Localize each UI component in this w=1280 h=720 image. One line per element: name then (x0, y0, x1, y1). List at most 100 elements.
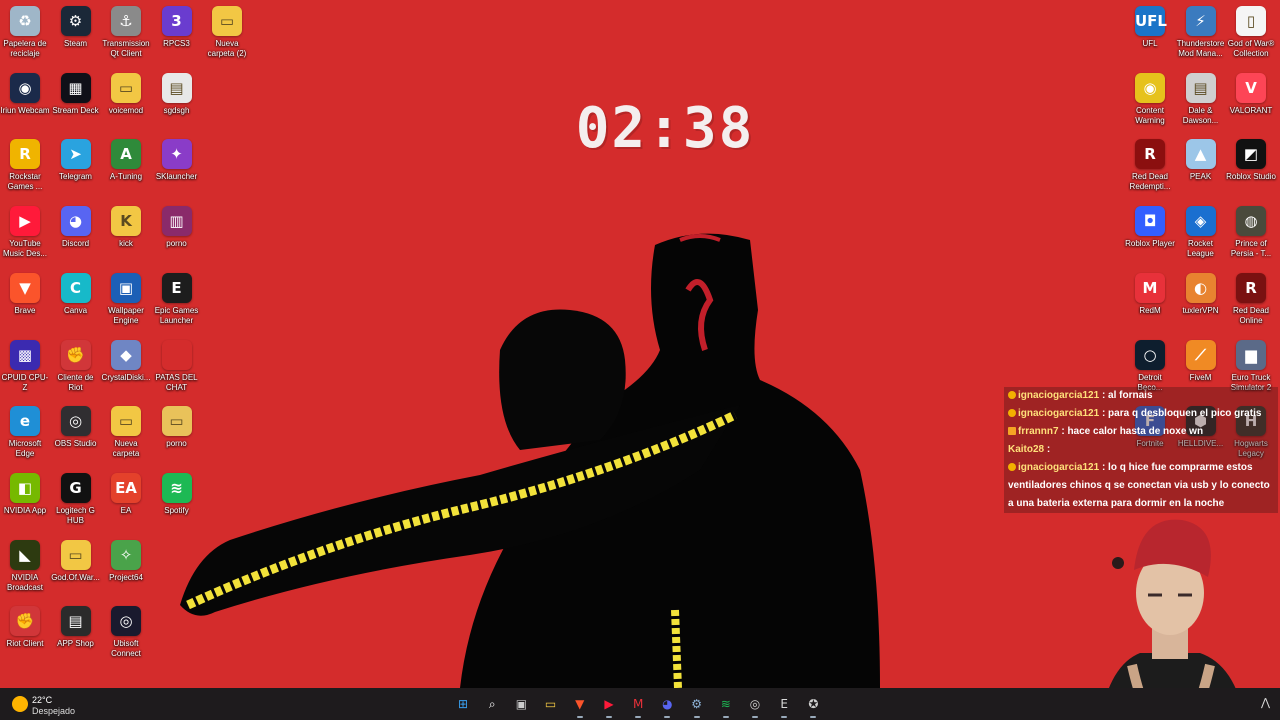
prince-persia-icon: ◍ (1236, 206, 1266, 237)
weather-condition: Despejado (32, 706, 76, 716)
desktop-shortcut-label: UFL (1142, 39, 1158, 48)
desktop-shortcut[interactable]: ▲ PEAK (1176, 139, 1226, 182)
tuxler-icon: ◐ (1185, 272, 1216, 303)
desktop-shortcut-label: Telegram (59, 172, 92, 182)
desktop-shortcut[interactable]: ▦ Stream Deck (51, 72, 101, 116)
desktop-shortcut[interactable]: EA EA (101, 472, 151, 516)
start-icon[interactable]: ⊞ (452, 693, 474, 715)
desktop-shortcut[interactable]: M RedM (1125, 272, 1175, 316)
tray-overflow-icon[interactable]: ⋀ (1261, 696, 1270, 709)
desktop-shortcut[interactable]: ➤ Telegram (51, 139, 101, 182)
desktop-shortcut[interactable]: ▭ Nueva carpeta (101, 406, 151, 459)
desktop-shortcut[interactable]: ◧ NVIDIA App (0, 472, 50, 516)
desktop-shortcut[interactable]: R Red Dead Redempti... (1125, 139, 1175, 192)
desktop-shortcut[interactable]: ▥ porno (152, 206, 202, 249)
desktop-shortcut[interactable]: ▭ voicemod (101, 72, 151, 116)
desktop-shortcut[interactable]: E Epic Games Launcher (152, 272, 202, 326)
task-view-icon[interactable]: ▣ (510, 693, 532, 715)
desktop-shortcut[interactable]: ▤ Dale & Dawson... (1176, 72, 1226, 126)
desktop-shortcut[interactable]: R Red Dead Online (1226, 272, 1276, 326)
desktop-shortcut[interactable]: ⚙ Steam (51, 6, 101, 49)
desktop-shortcut-label: Nueva carpeta (2) (207, 39, 247, 58)
youtube-music-icon[interactable]: ▶ (598, 693, 620, 718)
youtube-music-icon: ▶ (10, 206, 40, 237)
desktop-shortcut[interactable]: C Canva (51, 272, 101, 316)
epic-games-icon[interactable]: E (773, 693, 795, 718)
weather-widget[interactable]: 22°C Despejado (10, 692, 130, 716)
desktop-shortcut[interactable]: ◉ Iriun Webcam (0, 72, 50, 116)
discord-icon[interactable]: ◕ (656, 693, 678, 718)
desktop-shortcut[interactable]: ✊ Riot Client (0, 606, 50, 649)
desktop-shortcut[interactable]: ◈ Rocket League (1176, 206, 1226, 259)
wallpaper-engine-icon: ▣ (111, 272, 141, 303)
desktop-shortcut[interactable]: ▭ Nueva carpeta (2) (202, 6, 252, 59)
desktop-shortcut[interactable]: ◐ tuxlerVPN (1176, 272, 1226, 316)
desktop-shortcut-label: Thunderstore Mod Mana... (1176, 39, 1225, 58)
desktop-shortcut[interactable]: ▤ APP Shop (51, 606, 101, 649)
desktop-shortcut[interactable]: PATAS DEL CHAT (152, 340, 202, 393)
desktop-shortcut-label: PATAS DEL CHAT (155, 372, 198, 392)
desktop-shortcut[interactable]: UFL UFL (1125, 6, 1175, 49)
rockstar-icon: R (10, 139, 40, 170)
desktop-shortcut[interactable]: ◍ Prince of Persia - T... (1226, 206, 1276, 259)
desktop-shortcut[interactable]: ✦ SKlauncher (152, 139, 202, 182)
desktop-shortcut[interactable]: V VALORANT (1226, 72, 1276, 116)
desktop-shortcut[interactable]: ▭ God.Of.War... (51, 539, 101, 583)
desktop-shortcut[interactable]: ◘ Roblox Player (1125, 206, 1175, 249)
subscriber-badge-icon (1008, 463, 1016, 472)
desktop-shortcut[interactable]: ♻ Papelera de reciclaje (0, 6, 50, 59)
ea-icon: EA (111, 472, 141, 503)
chat-message: Kaito28 : (1004, 441, 1278, 459)
desktop-shortcut[interactable]: ≋ Spotify (152, 472, 202, 516)
desktop-shortcut-label: Papelera de reciclaje (3, 39, 47, 58)
desktop-shortcut[interactable]: ⚓ Transmission Qt Client (101, 6, 151, 59)
desktop-shortcut[interactable]: ⚡ Thunderstore Mod Mana... (1176, 6, 1226, 59)
steam-icon[interactable]: ⚙ (686, 693, 708, 718)
desktop-shortcut[interactable]: A A-Tuning (101, 139, 151, 182)
obs-icon[interactable]: ◎ (744, 693, 766, 718)
gpu-tool-icon[interactable]: ✪ (802, 693, 824, 718)
desktop-shortcut[interactable]: 3 RPCS3 (152, 6, 202, 49)
desktop-shortcut[interactable]: e Microsoft Edge (0, 406, 50, 459)
desktop-shortcut[interactable]: G Logitech G HUB (51, 472, 101, 526)
cpu-z-icon: ▩ (10, 339, 40, 370)
desktop-shortcut[interactable]: ◎ Ubisoft Connect (101, 606, 151, 659)
chat-username: ignaciogarcia121 (1018, 390, 1100, 401)
desktop-shortcut[interactable]: ▩ CPUID CPU-Z (0, 339, 50, 393)
desktop-shortcut[interactable]: Kkick (101, 206, 151, 249)
desktop-shortcut[interactable]: ✊ Cliente de Riot (51, 339, 101, 393)
desktop-shortcut[interactable]: ◣ NVIDIA Broadcast (0, 539, 50, 593)
desktop-shortcut-label: Microsoft Edge (8, 439, 42, 459)
desktop-shortcut[interactable]: ▭ porno (152, 406, 202, 449)
desktop-shortcut[interactable]: ◎ OBS Studio (51, 406, 101, 449)
desktop-shortcut-label: Prince of Persia - T... (1230, 239, 1272, 259)
desktop-shortcut-label: Wallpaper Engine (108, 305, 144, 325)
printer-icon: ▤ (1185, 72, 1216, 103)
desktop-shortcut[interactable]: ✧ Project64 (101, 539, 151, 583)
desktop-shortcut[interactable]: ▯ God of War® Collection (1226, 6, 1276, 59)
desktop-shortcut[interactable]: ⟋ FiveM (1176, 339, 1226, 383)
redm-icon[interactable]: M (627, 693, 649, 718)
search-icon[interactable]: ⌕ (481, 693, 503, 715)
desktop-shortcut-label: Canva (63, 305, 88, 315)
desktop-shortcut-label: NVIDIA App (3, 505, 47, 515)
spotify-icon[interactable]: ≋ (715, 693, 737, 718)
detroit-icon: ○ (1135, 339, 1165, 370)
brave-icon: ▼ (10, 272, 40, 303)
desktop-shortcut-label: Cliente de Riot (57, 372, 94, 392)
valorant-icon: V (1236, 72, 1266, 103)
brave-icon[interactable]: ▼ (569, 693, 591, 718)
desktop-shortcut[interactable]: ▼ Brave (0, 272, 50, 316)
file-explorer-icon[interactable]: ▭ (540, 693, 562, 715)
desktop-shortcut[interactable]: ▣ Wallpaper Engine (101, 272, 151, 326)
desktop-shortcut[interactable]: R Rockstar Games ... (0, 139, 50, 192)
desktop-shortcut[interactable]: ◆ CrystalDiski... (101, 339, 151, 383)
desktop-shortcut[interactable]: ○ Detroit Beco... (1125, 339, 1175, 393)
desktop-shortcut[interactable]: ◕ Discord (51, 206, 101, 249)
desktop-shortcut[interactable]: ▆ Euro Truck Simulator 2 (1226, 339, 1276, 393)
desktop-shortcut[interactable]: ◩ Roblox Studio (1226, 139, 1276, 182)
desktop-shortcut[interactable]: ▶ YouTube Music Des... (0, 206, 50, 259)
epic-games-icon: E (161, 272, 192, 303)
desktop-shortcut[interactable]: ▤ sgdsgh (152, 72, 202, 116)
desktop-shortcut[interactable]: ◉ Content Warning (1125, 72, 1175, 126)
